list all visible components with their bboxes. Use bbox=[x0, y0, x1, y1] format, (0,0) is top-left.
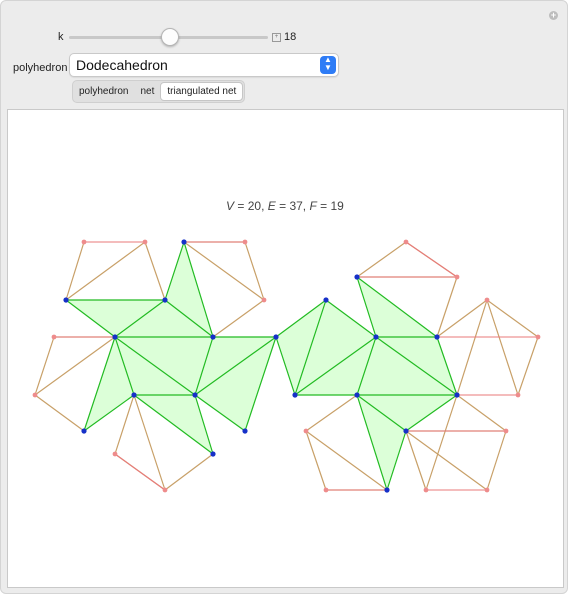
net-graphic: V = 20, E = 37, F = 19 bbox=[32, 199, 541, 493]
net-vertex-pink bbox=[535, 334, 541, 340]
net-vertex-blue bbox=[323, 297, 329, 303]
k-value: 18 bbox=[284, 31, 297, 43]
net-edge-tan bbox=[456, 299, 488, 396]
net-vertex-blue bbox=[210, 334, 216, 340]
net-edge-tan bbox=[436, 299, 488, 338]
net-edge-tan bbox=[164, 453, 214, 491]
net-vertex-pink bbox=[503, 428, 509, 434]
net-vertex-pink bbox=[323, 487, 329, 493]
net-edge-tan bbox=[305, 394, 358, 432]
net-vertex-blue bbox=[354, 274, 360, 280]
net-vertex-pink bbox=[242, 239, 248, 245]
net-vertex-blue bbox=[181, 239, 187, 245]
net-vertex-blue bbox=[373, 334, 379, 340]
plus-square-icon[interactable]: + bbox=[272, 33, 281, 42]
e-value: 37 bbox=[289, 199, 303, 213]
net-vertex-blue bbox=[454, 392, 460, 398]
net-edge-tan bbox=[486, 299, 519, 396]
net-edge-tan bbox=[244, 241, 265, 301]
plus-circle-icon[interactable]: + bbox=[549, 11, 558, 20]
net-vertex-blue bbox=[403, 428, 409, 434]
app-panel: + k + 18 polyhedron Dodecahedron ▲ ▼ poly… bbox=[0, 0, 568, 594]
net-vertex-blue bbox=[81, 428, 87, 434]
net-vertex-blue bbox=[112, 334, 118, 340]
net-vertex-pink bbox=[484, 487, 490, 493]
net-edge-tan bbox=[486, 430, 507, 491]
net-edge-tan bbox=[456, 394, 507, 432]
v-value: 20 bbox=[248, 199, 262, 213]
net-edge-tan bbox=[405, 430, 488, 491]
tab-polyhedron[interactable]: polyhedron bbox=[73, 82, 134, 101]
polyhedron-select-value: Dodecahedron bbox=[76, 57, 168, 73]
net-edge-tan bbox=[65, 241, 85, 301]
net-vertex-blue bbox=[162, 297, 168, 303]
net-vertex-pink bbox=[484, 297, 490, 303]
net-vertex-blue bbox=[210, 451, 216, 457]
net-edge-tan bbox=[405, 430, 427, 491]
net-vertex-pink bbox=[261, 297, 267, 303]
net-vertex-blue bbox=[131, 392, 137, 398]
polyhedron-select[interactable]: Dodecahedron ▲ ▼ bbox=[69, 53, 339, 77]
vef-stats: V = 20, E = 37, F = 19 bbox=[226, 199, 344, 213]
net-vertex-blue bbox=[242, 428, 248, 434]
net-vertex-pink bbox=[303, 428, 309, 434]
net-edge-tan bbox=[486, 299, 539, 338]
net-vertex-blue bbox=[63, 297, 69, 303]
net-vertex-pink bbox=[454, 274, 460, 280]
polyhedron-label: polyhedron bbox=[13, 62, 68, 74]
net-vertex-pink bbox=[51, 334, 57, 340]
tab-net[interactable]: net bbox=[134, 82, 160, 101]
net-edge-tan bbox=[65, 241, 146, 301]
net-vertex-blue bbox=[434, 334, 440, 340]
net-edge-tan bbox=[305, 430, 327, 491]
net-edge-tan bbox=[34, 336, 55, 396]
net-vertex-blue bbox=[273, 334, 279, 340]
view-tabs: polyhedron net triangulated net bbox=[72, 80, 246, 103]
net-edge-tan bbox=[144, 241, 166, 301]
k-label: k bbox=[58, 31, 64, 43]
net-vertex-pink bbox=[112, 451, 118, 457]
net-vertex-pink bbox=[81, 239, 87, 245]
net-edge-tan bbox=[517, 336, 539, 396]
net-vertex-pink bbox=[32, 392, 38, 398]
k-slider-row: k + 18 bbox=[1, 27, 567, 47]
k-slider-thumb[interactable] bbox=[161, 28, 179, 46]
net-vertex-pink bbox=[162, 487, 168, 493]
net-vertex-blue bbox=[384, 487, 390, 493]
f-value: 19 bbox=[331, 199, 345, 213]
updown-arrows-icon: ▲ ▼ bbox=[320, 56, 336, 74]
net-vertex-pink bbox=[423, 487, 429, 493]
net-vertex-pink bbox=[142, 239, 148, 245]
net-vertex-pink bbox=[515, 392, 521, 398]
net-edge-red bbox=[405, 241, 458, 278]
net-vertex-blue bbox=[292, 392, 298, 398]
net-edge-tan bbox=[34, 394, 85, 432]
net-vertex-blue bbox=[192, 392, 198, 398]
net-edge-tan bbox=[212, 299, 265, 338]
net-edge-red bbox=[114, 453, 166, 491]
tab-triangulated-net[interactable]: triangulated net bbox=[160, 82, 244, 101]
net-edge-tan bbox=[436, 276, 458, 338]
net-vertex-blue bbox=[354, 392, 360, 398]
net-canvas: V = 20, E = 37, F = 19 bbox=[7, 109, 564, 588]
net-edge-tan bbox=[356, 241, 407, 278]
net-vertex-pink bbox=[403, 239, 409, 245]
